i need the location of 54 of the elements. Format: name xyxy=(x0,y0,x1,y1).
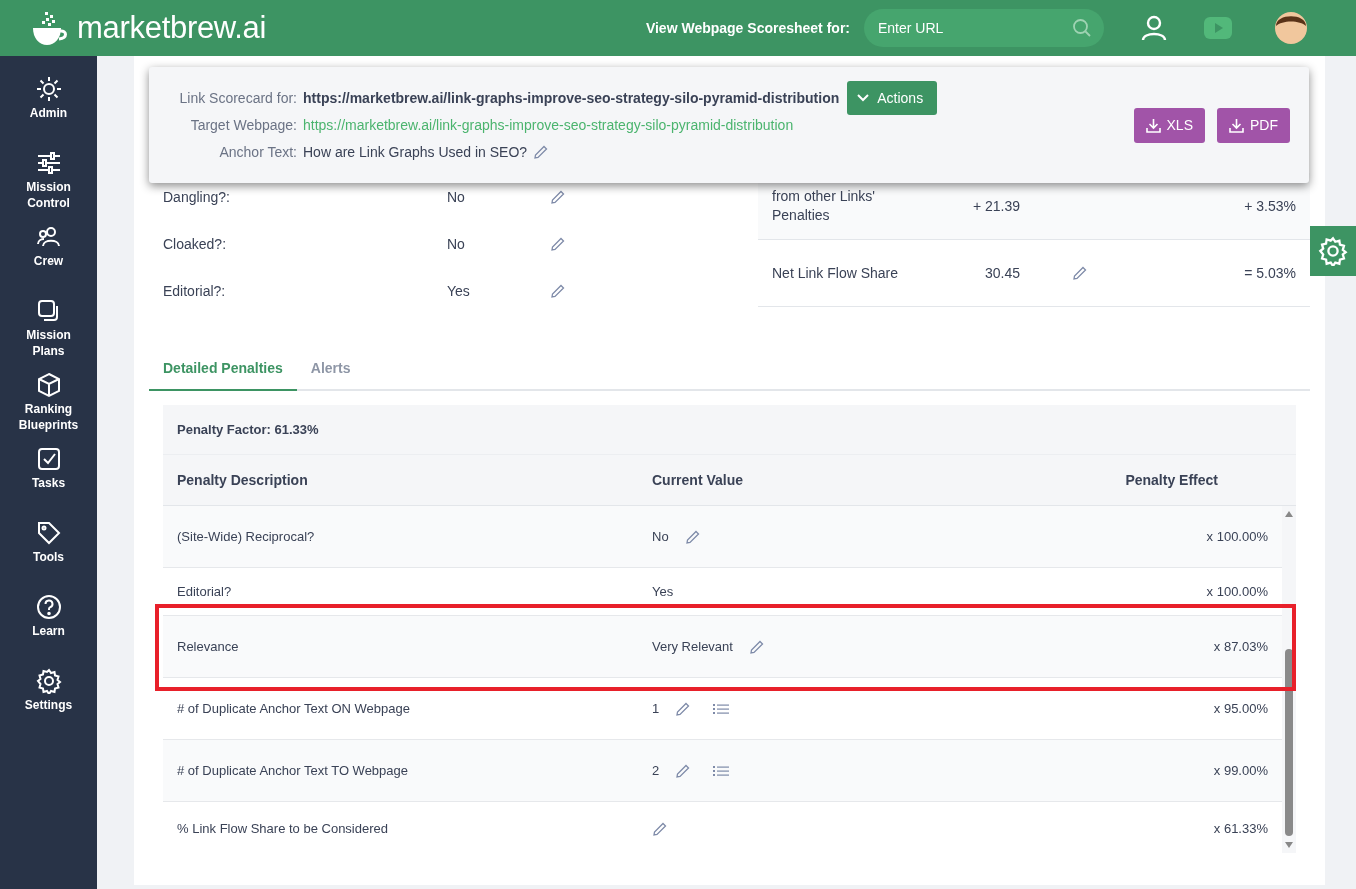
field-label: Target Webpage: xyxy=(189,117,297,133)
table-cell-text: % Link Flow Share to be Considered xyxy=(176,821,389,836)
scoresheet-label: View Webpage Scoresheet for: xyxy=(645,20,850,36)
sidebar-item[interactable]: Tools xyxy=(10,520,87,594)
sidebar-item[interactable]: Ranking Blueprints xyxy=(10,372,87,446)
sidebar-item[interactable]: Mission Plans xyxy=(10,298,87,372)
sidebar-item[interactable]: Tasks xyxy=(10,446,87,520)
table-cell: Yes xyxy=(652,584,674,599)
sidebar-item[interactable]: Learn xyxy=(10,594,87,668)
property-label: Cloaked?: xyxy=(163,235,228,252)
link-url: https://marketbrew.ai/link-graphs-improve-seo-strategy-silo-pyramid-distribution xyxy=(303,90,840,106)
table-cell-text: x 95.00% xyxy=(1212,701,1269,716)
sidebar-item[interactable]: Crew xyxy=(10,224,87,298)
column-header: Penalty Effect xyxy=(1124,472,1219,488)
table-cell-text: (Site-Wide) Reciprocal? xyxy=(176,529,316,544)
table-cell-text: # of Duplicate Anchor Text ON Webpage xyxy=(176,701,411,716)
sidebar-item[interactable]: Settings xyxy=(10,668,87,742)
logo-text[interactable]: marketbrew.ai xyxy=(77,10,267,46)
anchor-text: How are Link Graphs Used in SEO? xyxy=(303,144,528,160)
actions-button[interactable]: Actions xyxy=(847,81,938,115)
property-value: No xyxy=(447,188,466,205)
table-cell-text: from other Links' Penalties xyxy=(771,187,877,225)
table-cell: 2 xyxy=(652,763,660,778)
property-value: No xyxy=(447,235,466,252)
pdf-button[interactable]: PDF xyxy=(1217,107,1290,143)
table-cell-text: + 21.39 xyxy=(971,198,1020,214)
column-header: Penalty Description xyxy=(176,472,309,488)
table-cell-text: + 3.53% xyxy=(1243,198,1297,214)
property-label: Dangling?: xyxy=(163,188,231,205)
table-cell-text: 30.45 xyxy=(983,265,1020,281)
table-cell-text: x 100.00% xyxy=(1205,584,1269,599)
penalty-factor: Penalty Factor: 61.33% xyxy=(163,405,1296,455)
table-cell-text: x 100.00% xyxy=(1205,529,1269,544)
field-label: Anchor Text: xyxy=(218,144,297,160)
table-cell-text: = 5.03% xyxy=(1243,265,1297,281)
property-label: Editorial?: xyxy=(163,282,227,299)
table-cell-text: Relevance xyxy=(176,639,240,654)
url-field[interactable]: Enter URL xyxy=(864,9,1104,47)
sidebar-item[interactable]: Admin xyxy=(10,76,87,150)
field-label: Link Scorecard for: xyxy=(178,90,297,106)
table-cell-text: Editorial? xyxy=(176,584,233,599)
column-header: Current Value xyxy=(652,472,745,488)
table-cell: Very Relevant xyxy=(652,639,733,654)
table-cell-text: x 61.33% xyxy=(1212,821,1269,836)
sidebar-item[interactable]: Mission Control xyxy=(10,150,87,224)
tab[interactable]: Detailed Penalties xyxy=(149,347,297,391)
table-cell: No xyxy=(652,529,669,544)
table-cell-text: # of Duplicate Anchor Text TO Webpage xyxy=(176,763,410,778)
xls-button[interactable]: XLS xyxy=(1133,107,1205,143)
property-value: Yes xyxy=(447,282,471,299)
table-cell-text: x 99.00% xyxy=(1212,763,1269,778)
table-cell-text: x 87.03% xyxy=(1212,639,1269,654)
table-cell-text: Net Link Flow Share xyxy=(771,263,900,283)
table-cell: 1 xyxy=(652,701,660,716)
